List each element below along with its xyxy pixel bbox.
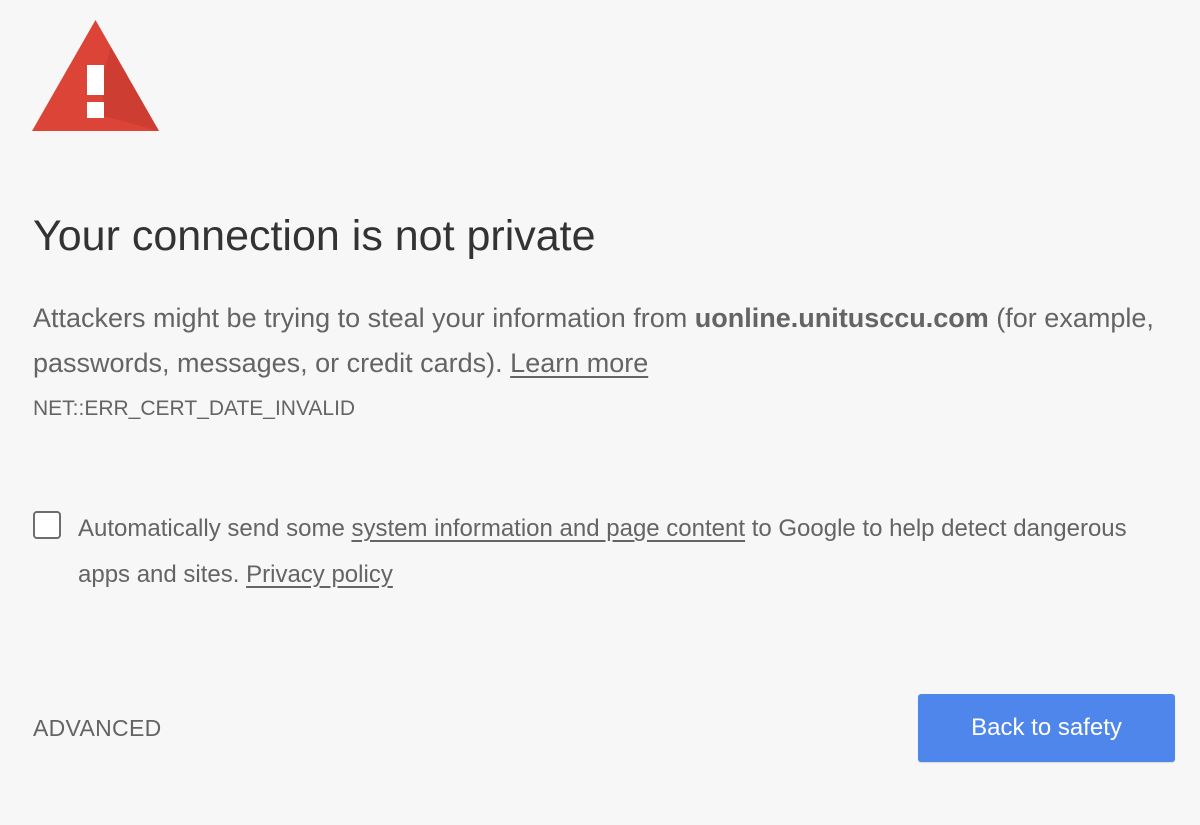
domain-name: uonline.unitusccu.com xyxy=(694,303,989,333)
error-code: NET::ERR_CERT_DATE_INVALID xyxy=(33,397,356,420)
system-info-link[interactable]: system information and page content xyxy=(351,515,745,542)
send-info-checkbox[interactable] xyxy=(33,511,61,539)
optin-text: Automatically send some xyxy=(78,515,352,542)
message-text: Attackers might be trying to steal your … xyxy=(33,303,695,333)
learn-more-link[interactable]: Learn more xyxy=(510,348,648,378)
back-to-safety-button[interactable]: Back to safety xyxy=(918,694,1175,762)
main-message: Attackers might be trying to steal your … xyxy=(33,296,1173,386)
optin-label: Automatically send some system informati… xyxy=(78,506,1168,598)
page-title: Your connection is not private xyxy=(33,212,596,260)
privacy-policy-link[interactable]: Privacy policy xyxy=(246,561,393,588)
advanced-button[interactable]: ADVANCED xyxy=(33,712,162,744)
interstitial-page: Your connection is not private Attackers… xyxy=(0,0,1200,825)
warning-triangle-icon xyxy=(32,20,159,131)
